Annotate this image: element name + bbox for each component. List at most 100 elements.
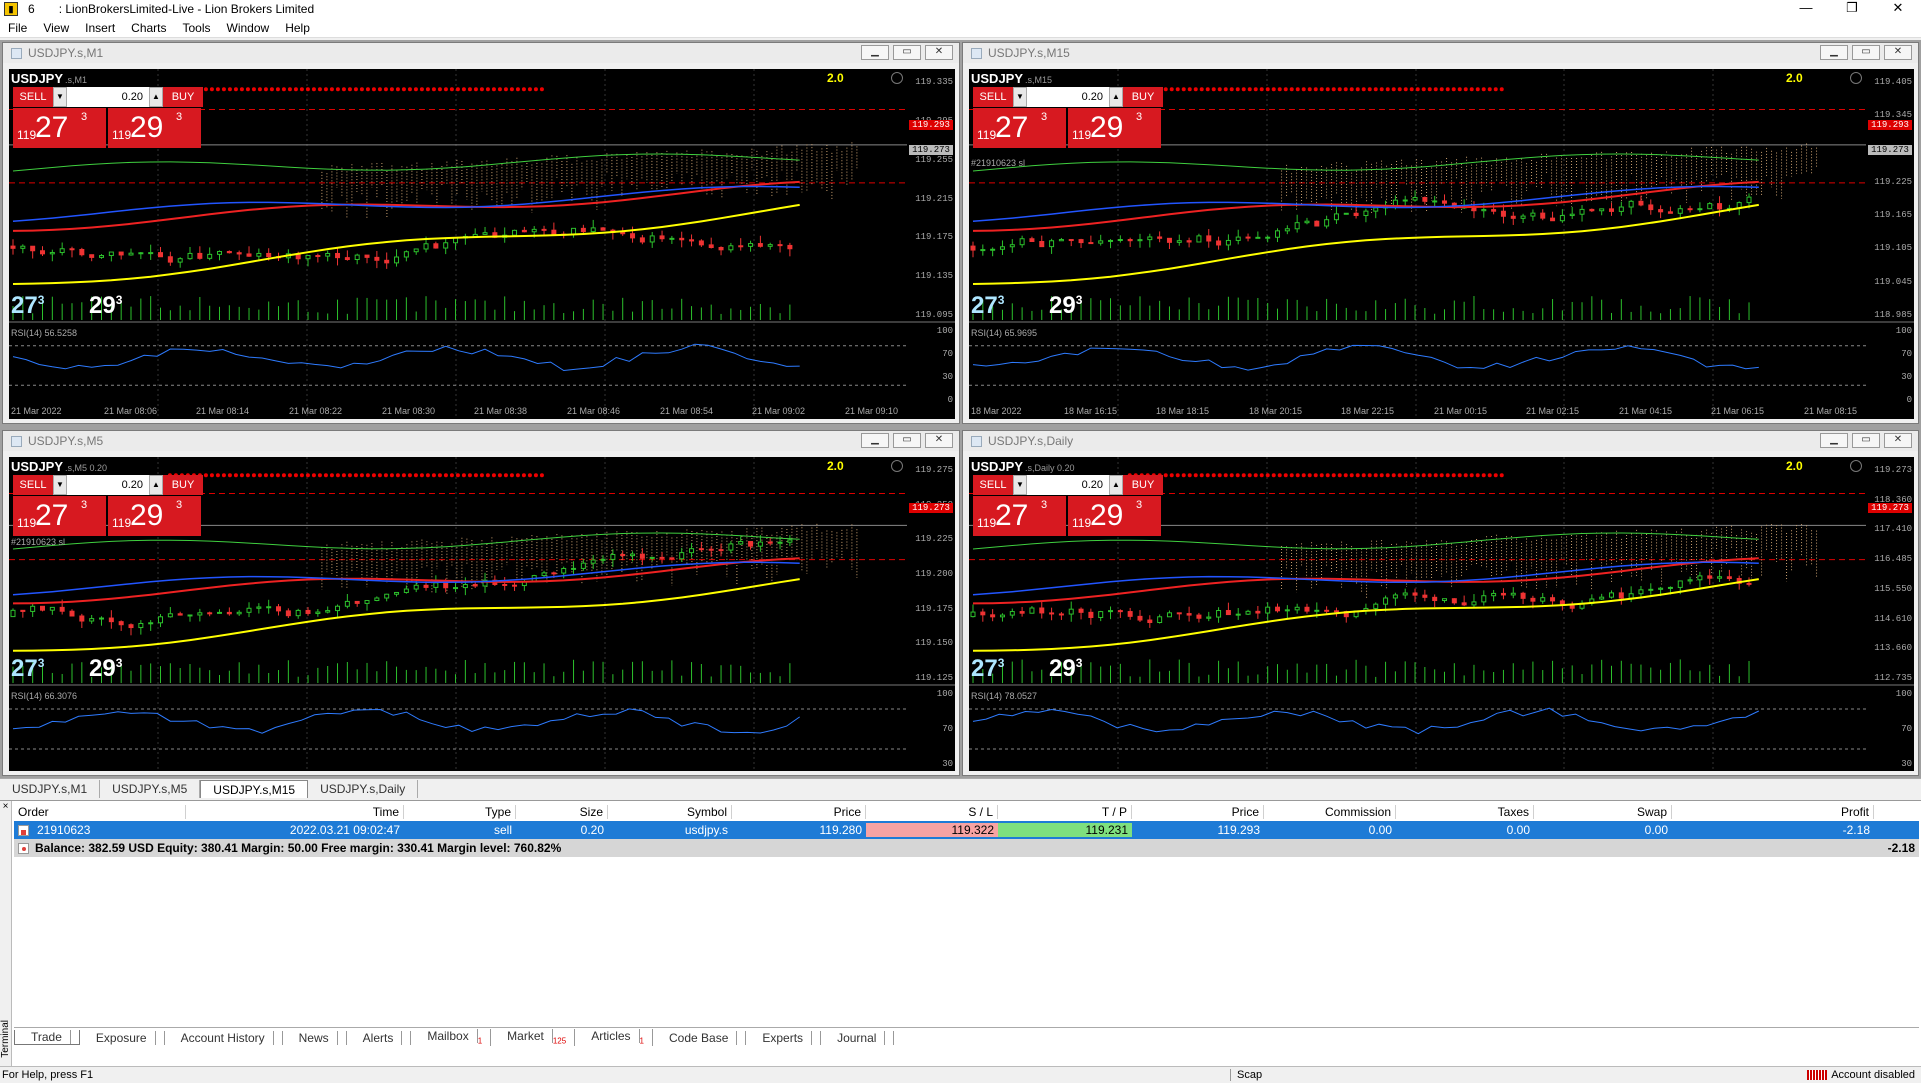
price-chart[interactable]: USDJPY .s,Daily 0.20 2.0 SELL ▼ 0.20 ▲ BUY… [969, 457, 1914, 771]
tab-exposure[interactable]: Exposure [80, 1030, 165, 1045]
chart-window-m1[interactable]: USDJPY.s,M1 ▁ ▭ ✕ USDJPY .s,M1 2.0 SELL ▼ … [2, 42, 960, 424]
col-tp[interactable]: T / P [998, 805, 1132, 819]
expert-smiley-icon[interactable] [1850, 460, 1862, 472]
minimize-button[interactable]: — [1783, 0, 1829, 18]
menu-file[interactable]: File [0, 21, 35, 35]
chart-maximize-button[interactable]: ▭ [893, 433, 921, 448]
menu-help[interactable]: Help [277, 21, 318, 35]
chart-tab-daily[interactable]: USDJPY.s,Daily [308, 780, 419, 798]
menu-window[interactable]: Window [219, 21, 278, 35]
tab-code-base[interactable]: Code Base [653, 1030, 747, 1045]
chart-window-m5[interactable]: USDJPY.s,M5 ▁ ▭ ✕ USDJPY .s,M5 0.20 2.0 SE… [2, 430, 960, 776]
chart-close-button[interactable]: ✕ [1884, 433, 1912, 448]
chart-window-titlebar[interactable]: USDJPY.s,Daily ▁ ▭ ✕ [963, 431, 1918, 451]
tab-articles[interactable]: Articles 1 [575, 1029, 653, 1046]
buy-price-button[interactable]: 119 29 3 [108, 496, 201, 536]
order-stop-loss[interactable]: 119.322 [866, 823, 998, 837]
lot-size-field[interactable]: ▼ 0.20 ▲ [1013, 87, 1123, 107]
lot-size-field[interactable]: ▼ 0.20 ▲ [1013, 475, 1123, 495]
lot-size-value[interactable]: 0.20 [1027, 87, 1109, 107]
sell-price-button[interactable]: 119 27 3 [973, 496, 1066, 536]
menu-view[interactable]: View [35, 21, 77, 35]
chart-minimize-button[interactable]: ▁ [861, 433, 889, 448]
chart-close-button[interactable]: ✕ [1884, 45, 1912, 60]
sell-price-button[interactable]: 119 27 3 [973, 108, 1066, 148]
sell-button[interactable]: SELL [13, 87, 53, 107]
lot-size-field[interactable]: ▼ 0.20 ▲ [53, 87, 163, 107]
lot-size-value[interactable]: 0.20 [67, 475, 149, 495]
sell-button[interactable]: SELL [13, 475, 53, 495]
menu-charts[interactable]: Charts [123, 21, 174, 35]
terminal-close-icon[interactable]: × [0, 801, 11, 812]
lot-decrease-icon[interactable]: ▼ [1013, 475, 1027, 495]
chart-window-titlebar[interactable]: USDJPY.s,M15 ▁ ▭ ✕ [963, 43, 1918, 63]
chart-minimize-button[interactable]: ▁ [1820, 433, 1848, 448]
tab-account-history[interactable]: Account History [165, 1030, 283, 1045]
tab-mailbox[interactable]: Mailbox 1 [411, 1029, 492, 1046]
col-type[interactable]: Type [404, 805, 516, 819]
lot-increase-icon[interactable]: ▲ [149, 87, 163, 107]
tab-trade[interactable]: Trade [14, 1030, 80, 1045]
chart-maximize-button[interactable]: ▭ [1852, 433, 1880, 448]
lot-decrease-icon[interactable]: ▼ [53, 87, 67, 107]
sell-price-button[interactable]: 119 27 3 [13, 108, 106, 148]
chart-minimize-button[interactable]: ▁ [861, 45, 889, 60]
price-chart[interactable]: USDJPY .s,M5 0.20 2.0 SELL ▼ 0.20 ▲ BUY 11… [9, 457, 955, 771]
order-take-profit[interactable]: 119.231 [998, 823, 1132, 837]
price-chart[interactable]: USDJPY .s,M15 2.0 SELL ▼ 0.20 ▲ BUY 119 27… [969, 69, 1914, 419]
col-current-price[interactable]: Price [1132, 805, 1264, 819]
col-time[interactable]: Time [186, 805, 404, 819]
lot-size-value[interactable]: 0.20 [67, 87, 149, 107]
chart-tab-m1[interactable]: USDJPY.s,M1 [0, 780, 101, 798]
price-chart[interactable]: USDJPY .s,M1 2.0 SELL ▼ 0.20 ▲ BUY 119 27 … [9, 69, 955, 419]
chart-close-button[interactable]: ✕ [925, 433, 953, 448]
sell-price-button[interactable]: 119 27 3 [13, 496, 106, 536]
col-order[interactable]: Order [14, 805, 186, 819]
lot-increase-icon[interactable]: ▲ [1109, 87, 1123, 107]
col-size[interactable]: Size [516, 805, 608, 819]
lot-decrease-icon[interactable]: ▼ [1013, 87, 1027, 107]
menu-insert[interactable]: Insert [77, 21, 123, 35]
chart-window-m15[interactable]: USDJPY.s,M15 ▁ ▭ ✕ USDJPY .s,M15 2.0 SELL … [962, 42, 1919, 424]
col-commission[interactable]: Commission [1264, 805, 1396, 819]
order-row[interactable]: 21910623 2022.03.21 09:02:47 sell 0.20 u… [14, 821, 1919, 839]
tab-experts[interactable]: Experts [746, 1030, 822, 1045]
chart-maximize-button[interactable]: ▭ [1852, 45, 1880, 60]
sell-button[interactable]: SELL [973, 475, 1013, 495]
col-profit[interactable]: Profit [1672, 805, 1874, 819]
col-swap[interactable]: Swap [1534, 805, 1672, 819]
tab-news[interactable]: News [283, 1030, 347, 1045]
expert-smiley-icon[interactable] [891, 460, 903, 472]
lot-increase-icon[interactable]: ▲ [149, 475, 163, 495]
buy-price-button[interactable]: 119 29 3 [108, 108, 201, 148]
chart-window-daily[interactable]: USDJPY.s,Daily ▁ ▭ ✕ USDJPY .s,Daily 0.20… [962, 430, 1919, 776]
menu-tools[interactable]: Tools [175, 21, 219, 35]
maximize-button[interactable]: ❐ [1829, 0, 1875, 18]
col-sl[interactable]: S / L [866, 805, 998, 819]
lot-decrease-icon[interactable]: ▼ [53, 475, 67, 495]
tab-market[interactable]: Market 125 [491, 1029, 576, 1046]
chart-minimize-button[interactable]: ▁ [1820, 45, 1848, 60]
lot-size-value[interactable]: 0.20 [1027, 475, 1109, 495]
chart-tab-m5[interactable]: USDJPY.s,M5 [100, 780, 201, 798]
chart-close-button[interactable]: ✕ [925, 45, 953, 60]
col-price[interactable]: Price [732, 805, 866, 819]
buy-button[interactable]: BUY [163, 475, 203, 495]
col-symbol[interactable]: Symbol [608, 805, 732, 819]
lot-size-field[interactable]: ▼ 0.20 ▲ [53, 475, 163, 495]
buy-button[interactable]: BUY [163, 87, 203, 107]
buy-button[interactable]: BUY [1123, 87, 1163, 107]
buy-button[interactable]: BUY [1123, 475, 1163, 495]
chart-tab-m15[interactable]: USDJPY.s,M15 [200, 780, 309, 798]
col-taxes[interactable]: Taxes [1396, 805, 1534, 819]
close-button[interactable]: ✕ [1875, 0, 1921, 18]
buy-price-button[interactable]: 119 29 3 [1068, 496, 1161, 536]
chart-window-titlebar[interactable]: USDJPY.s,M1 ▁ ▭ ✕ [3, 43, 959, 63]
chart-maximize-button[interactable]: ▭ [893, 45, 921, 60]
expert-smiley-icon[interactable] [891, 72, 903, 84]
tab-alerts[interactable]: Alerts [347, 1030, 412, 1045]
expert-smiley-icon[interactable] [1850, 72, 1862, 84]
sell-button[interactable]: SELL [973, 87, 1013, 107]
buy-price-button[interactable]: 119 29 3 [1068, 108, 1161, 148]
lot-increase-icon[interactable]: ▲ [1109, 475, 1123, 495]
